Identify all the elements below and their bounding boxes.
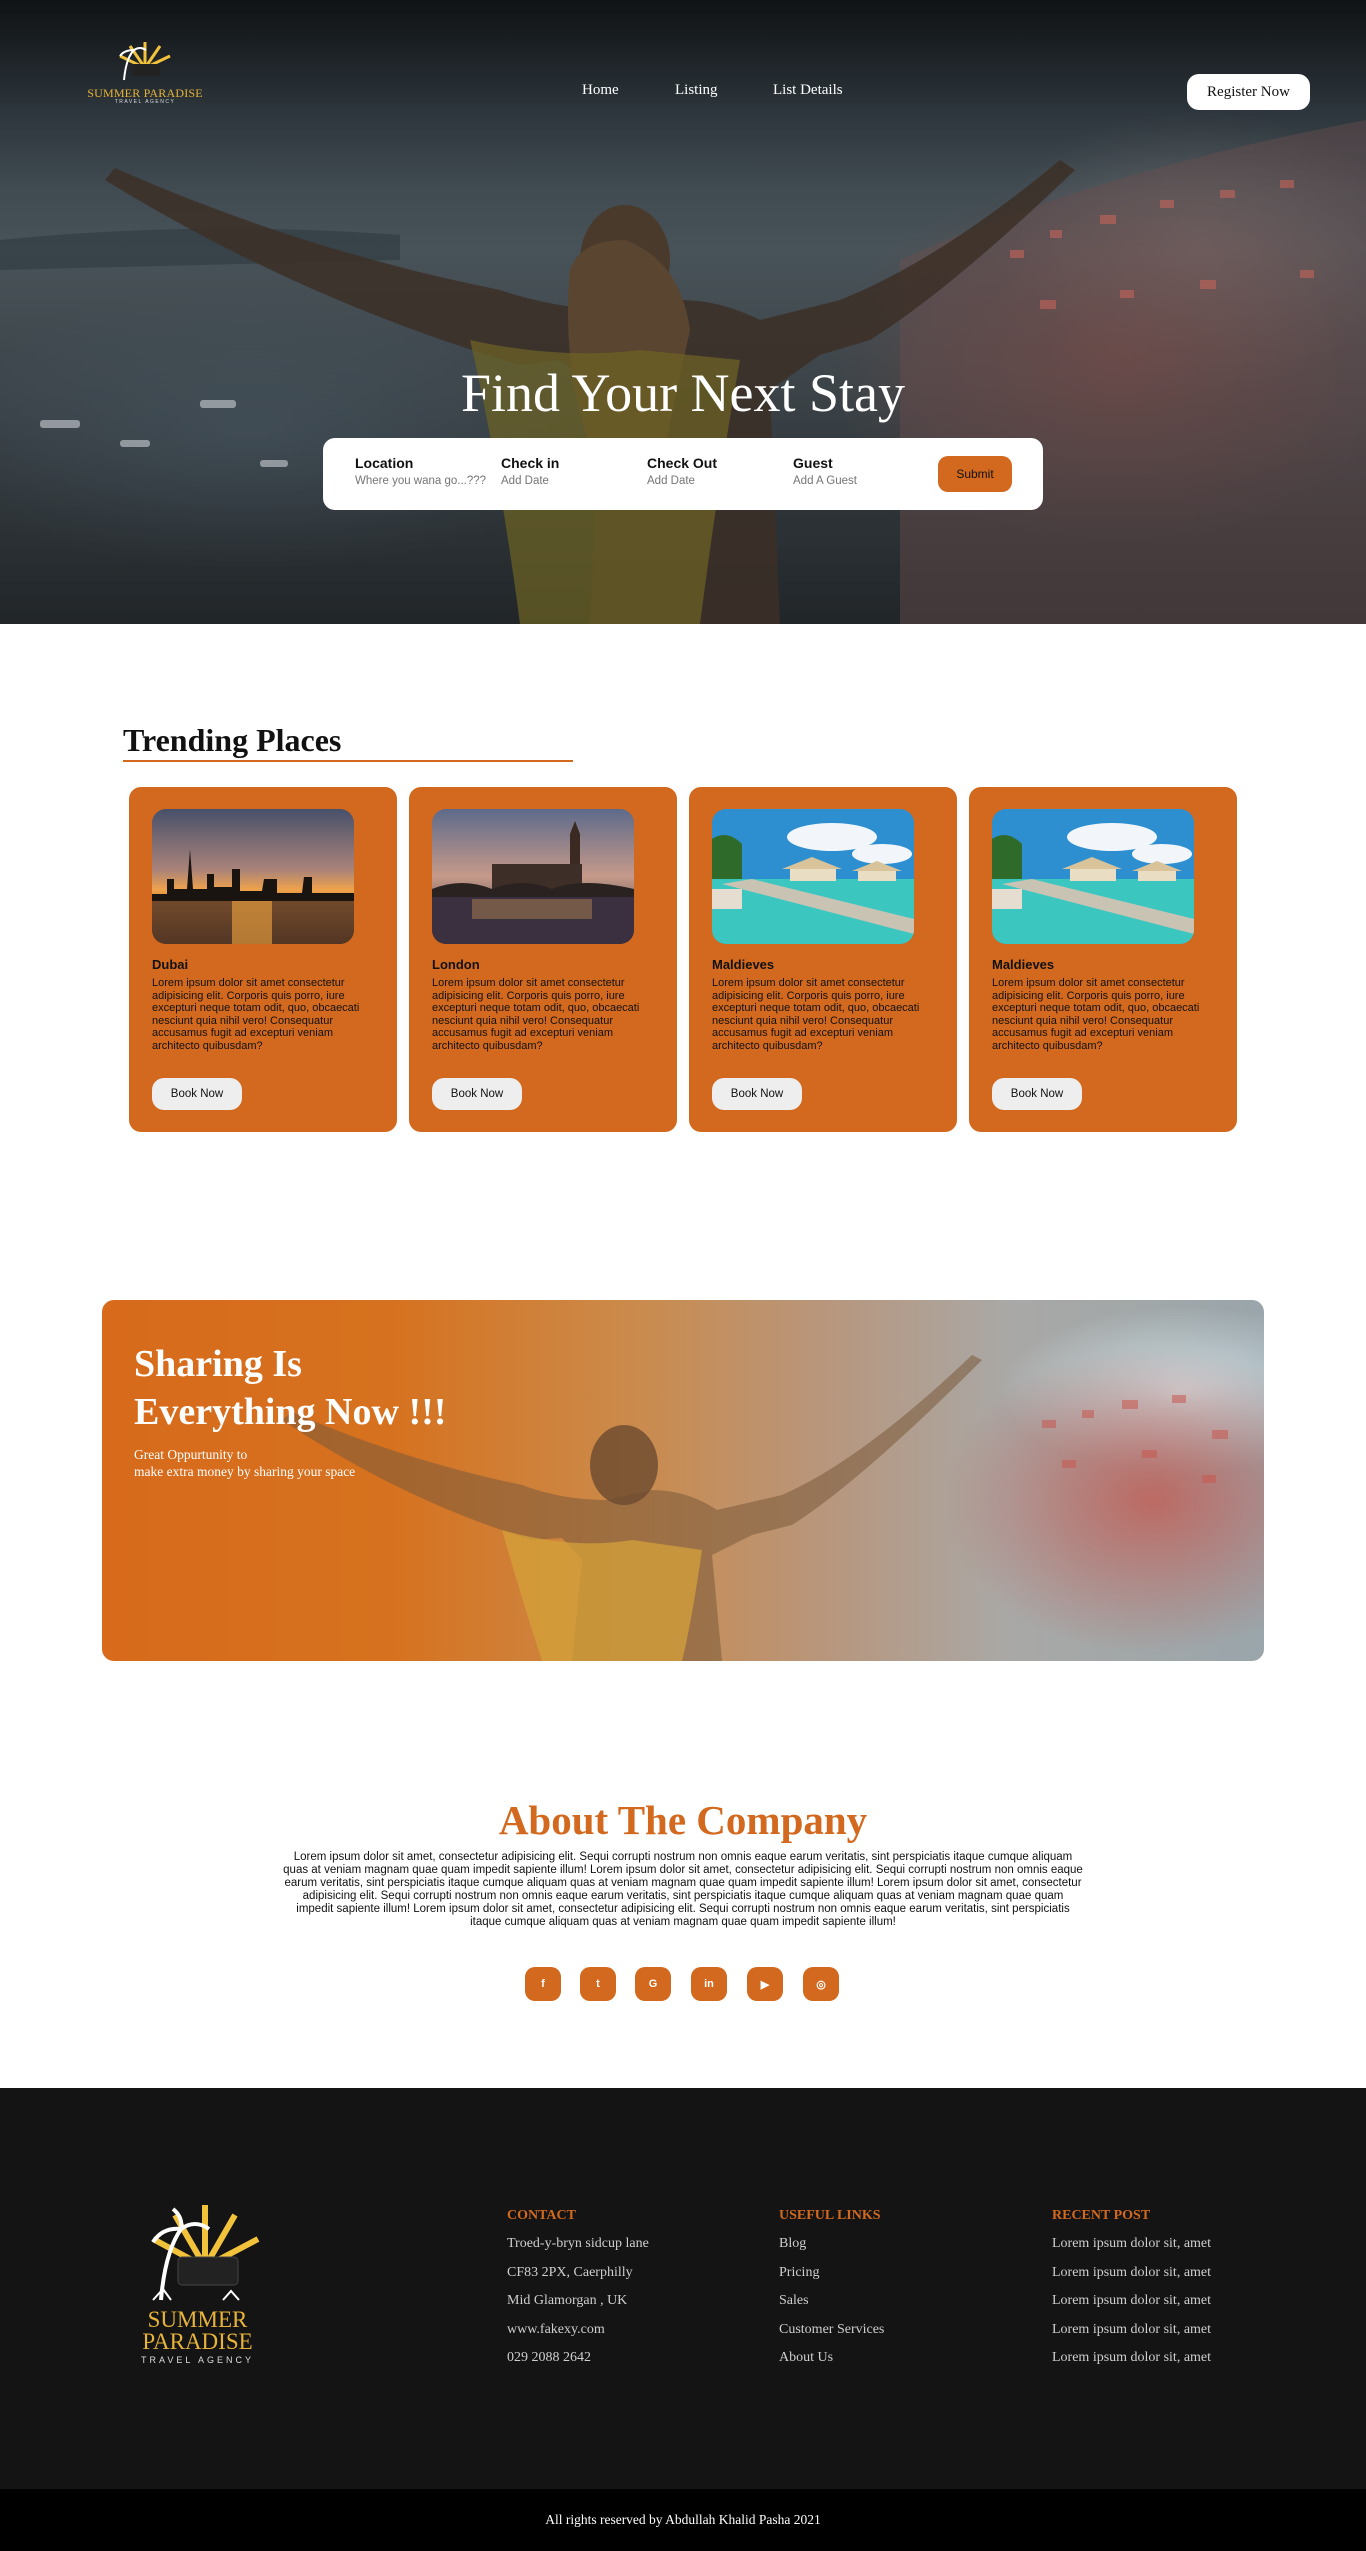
contact-website[interactable]: www.fakexy.com [507,2316,649,2345]
guest-input[interactable] [793,475,933,487]
contact-address-line2: CF83 2PX, Caerphilly [507,2264,633,2280]
place-description: Lorem ipsum dolor sit amet consectetur a… [992,977,1200,1052]
footer-contact-title: CONTACT [507,2208,576,2223]
hero-section: SUMMER PARADISE TRAVEL AGENCY Home Listi… [0,0,1366,624]
place-card-london: London Lorem ipsum dolor sit amet consec… [409,787,677,1132]
dubai-image [152,809,354,944]
checkin-label: Check in [501,455,560,471]
nav-home[interactable]: Home [582,82,619,99]
linkedin-icon[interactable]: in [691,1967,727,2001]
youtube-icon[interactable]: ▶ [747,1967,783,2001]
place-description: Lorem ipsum dolor sit amet consectetur a… [432,977,640,1052]
sharing-title-line2: Everything Now !!! [134,1391,447,1433]
copyright-bar: All rights reserved by Abdullah Khalid P… [0,2489,1366,2551]
footer-link-blog[interactable]: Blog [779,2236,806,2251]
recent-post-link[interactable]: Lorem ipsum dolor sit, amet [1052,2322,1211,2337]
twitter-icon[interactable]: t [580,1967,616,2001]
place-card-dubai: Dubai Lorem ipsum dolor sit amet consect… [129,787,397,1132]
checkin-input[interactable] [501,475,641,487]
recent-post-link[interactable]: Lorem ipsum dolor sit, amet [1052,2293,1211,2308]
place-description: Lorem ipsum dolor sit amet consectetur a… [712,977,920,1052]
register-now-button[interactable]: Register Now [1187,74,1310,110]
hero-title: Find Your Next Stay [460,363,906,423]
maldieves-image [712,809,914,944]
social-links: f t G in ▶ ◎ [525,1967,845,2001]
search-form: Location Check in Check Out Guest Submit [323,438,1043,510]
checkin-field: Check in [501,455,641,487]
checkout-input[interactable] [647,475,787,487]
google-icon[interactable]: G [635,1967,671,2001]
nav-list-details[interactable]: List Details [773,82,843,99]
book-now-button[interactable]: Book Now [712,1078,802,1110]
footer-link-about-us[interactable]: About Us [779,2350,833,2365]
sharing-sub-line2: make extra money by sharing your space [134,1464,356,1479]
trending-title: Trending Places [123,722,342,758]
contact-address-line1: Troed-y-bryn sidcup lane [507,2236,649,2251]
book-now-button[interactable]: Book Now [432,1078,522,1110]
footer-link-pricing[interactable]: Pricing [779,2265,819,2280]
footer-link-sales[interactable]: Sales [779,2293,809,2308]
submit-button[interactable]: Submit [938,456,1012,492]
trending-cards: Dubai Lorem ipsum dolor sit amet consect… [129,787,1239,1132]
london-image [432,809,634,944]
maldieves-image [992,809,1194,944]
checkout-label: Check Out [647,455,718,471]
brand-logo[interactable]: SUMMER PARADISE TRAVEL AGENCY [85,38,205,105]
recent-post-link[interactable]: Lorem ipsum dolor sit, amet [1052,2265,1211,2280]
footer-recent-title: RECENT POST [1052,2208,1151,2223]
nav-listing[interactable]: Listing [675,82,718,99]
place-card-maldieves-2: Maldieves Lorem ipsum dolor sit amet con… [969,787,1237,1132]
checkout-field: Check Out [647,455,787,487]
book-now-button[interactable]: Book Now [992,1078,1082,1110]
footer-links-title: USEFUL LINKS [779,2208,881,2223]
place-name: Dubai [152,957,189,972]
brand-name: SUMMER PARADISE [87,86,203,100]
location-input[interactable] [355,475,495,487]
guest-field: Guest [793,455,933,487]
recent-post-link[interactable]: Lorem ipsum dolor sit, amet [1052,2350,1211,2365]
about-text-line2: adipisicing elit. Sequi corrupti nostrum… [296,1890,1070,1928]
instagram-icon[interactable]: ◎ [803,1967,839,2001]
place-name: London [432,957,480,972]
footer-recent-posts: RECENT POST Lorem ipsum dolor sit, amet … [1052,2208,1211,2373]
trending-underline [123,760,573,762]
contact-phone: 029 2088 2642 [507,2350,591,2365]
place-description: Lorem ipsum dolor sit amet consectetur a… [152,977,360,1052]
location-field: Location [355,455,495,487]
place-name: Maldieves [992,957,1055,972]
sharing-sub-line1: Great Oppurtunity to [134,1447,248,1462]
place-card-maldieves: Maldieves Lorem ipsum dolor sit amet con… [689,787,957,1132]
facebook-icon[interactable]: f [525,1967,561,2001]
about-title: About The Company [498,1797,868,1843]
guest-label: Guest [793,455,833,471]
book-now-button[interactable]: Book Now [152,1078,242,1110]
location-label: Location [355,455,414,471]
footer-link-customer-services[interactable]: Customer Services [779,2322,884,2337]
sharing-title: Sharing Is Everything Now !!! [134,1340,446,1436]
sharing-banner: Sharing Is Everything Now !!! Great Oppu… [102,1300,1264,1661]
sun-palm-logo-icon [150,2205,259,2301]
place-name: Maldieves [712,957,775,972]
footer-brand-name: SUMMER PARADISE [142,2307,253,2354]
sharing-title-line1: Sharing Is [134,1343,302,1385]
footer-contact: CONTACT Troed-y-bryn sidcup lane CF83 2P… [507,2208,649,2373]
footer-useful-links: USEFUL LINKS Blog Pricing Sales Customer… [779,2208,884,2373]
footer-logo[interactable]: SUMMER PARADISE TRAVEL AGENCY [95,2197,300,2365]
sharing-subtitle: Great Oppurtunity to make extra money by… [134,1446,355,1480]
sun-palm-logo-icon [119,42,171,81]
contact-address-line3: Mid Glamorgan , UK [507,2293,628,2308]
footer: SUMMER PARADISE TRAVEL AGENCY CONTACT Tr… [0,2088,1366,2489]
recent-post-link[interactable]: Lorem ipsum dolor sit, amet [1052,2236,1211,2251]
about-text: Lorem ipsum dolor sit amet, consectetur … [283,1851,1083,1929]
about-text-line1: Lorem ipsum dolor sit amet, consectetur … [283,1851,1083,1889]
footer-brand-tagline: TRAVEL AGENCY [140,2355,255,2365]
